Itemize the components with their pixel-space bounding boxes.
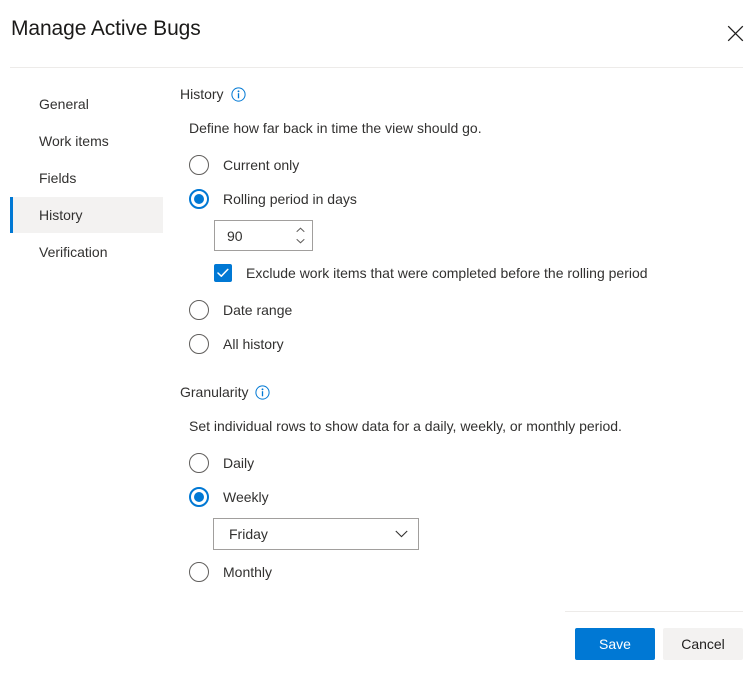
dialog-footer: Save Cancel — [0, 628, 743, 660]
save-button[interactable]: Save — [575, 628, 655, 660]
info-icon[interactable] — [255, 385, 270, 400]
radio-all-history[interactable]: All history — [189, 334, 740, 354]
sidebar-item-label: Verification — [39, 244, 107, 260]
radio-label: Date range — [223, 302, 292, 318]
granularity-section-header: Granularity — [180, 382, 740, 402]
granularity-heading: Granularity — [180, 384, 248, 400]
radio-label: Weekly — [223, 489, 269, 505]
radio-weekly[interactable]: Weekly — [189, 487, 740, 507]
cancel-button[interactable]: Cancel — [663, 628, 743, 660]
close-icon — [727, 25, 744, 42]
close-button[interactable] — [718, 16, 752, 50]
radio-label: All history — [223, 336, 284, 352]
sidebar-item-work-items[interactable]: Work items — [10, 123, 163, 159]
radio-date-range[interactable]: Date range — [189, 300, 740, 320]
header-divider — [10, 67, 743, 68]
radio-indicator — [189, 155, 209, 175]
checkbox-label: Exclude work items that were completed b… — [246, 265, 648, 281]
info-icon[interactable] — [231, 87, 246, 102]
chevron-down-icon — [395, 530, 408, 538]
radio-rolling-period[interactable]: Rolling period in days — [189, 189, 740, 209]
footer-divider — [565, 611, 743, 612]
radio-label: Monthly — [223, 564, 272, 580]
sidebar-nav: General Work items Fields History Verifi… — [10, 86, 163, 271]
settings-content: History Define how far back in time the … — [180, 84, 740, 582]
sidebar-item-label: History — [39, 207, 83, 223]
granularity-description: Set individual rows to show data for a d… — [189, 418, 740, 434]
radio-indicator — [189, 453, 209, 473]
sidebar-item-label: Fields — [39, 170, 76, 186]
rolling-days-stepper[interactable] — [214, 220, 313, 251]
sidebar-item-fields[interactable]: Fields — [10, 160, 163, 196]
radio-label: Current only — [223, 157, 299, 173]
radio-indicator — [189, 487, 209, 507]
history-description: Define how far back in time the view sho… — [189, 120, 740, 136]
page-title: Manage Active Bugs — [11, 17, 201, 41]
sidebar-item-history[interactable]: History — [10, 197, 163, 233]
sidebar-item-verification[interactable]: Verification — [10, 234, 163, 270]
sidebar-item-label: Work items — [39, 133, 109, 149]
dialog-header: Manage Active Bugs — [0, 0, 753, 68]
radio-daily[interactable]: Daily — [189, 453, 740, 473]
history-heading: History — [180, 86, 224, 102]
weekday-dropdown[interactable]: Friday — [213, 518, 419, 550]
weekday-dropdown-value: Friday — [229, 526, 268, 542]
chevron-up-icon[interactable] — [293, 225, 307, 236]
radio-current-only[interactable]: Current only — [189, 155, 740, 175]
sidebar-item-general[interactable]: General — [10, 86, 163, 122]
radio-indicator — [189, 334, 209, 354]
radio-indicator — [189, 189, 209, 209]
radio-label: Daily — [223, 455, 254, 471]
radio-indicator — [189, 300, 209, 320]
check-icon — [217, 268, 229, 278]
checkbox-indicator — [214, 264, 232, 282]
radio-indicator — [189, 562, 209, 582]
history-section-header: History — [180, 84, 740, 104]
rolling-days-input[interactable] — [215, 227, 295, 245]
stepper-arrows — [292, 221, 308, 250]
exclude-completed-checkbox[interactable]: Exclude work items that were completed b… — [214, 263, 740, 283]
radio-monthly[interactable]: Monthly — [189, 562, 740, 582]
sidebar-item-label: General — [39, 96, 89, 112]
chevron-down-icon[interactable] — [293, 236, 307, 247]
radio-label: Rolling period in days — [223, 191, 357, 207]
